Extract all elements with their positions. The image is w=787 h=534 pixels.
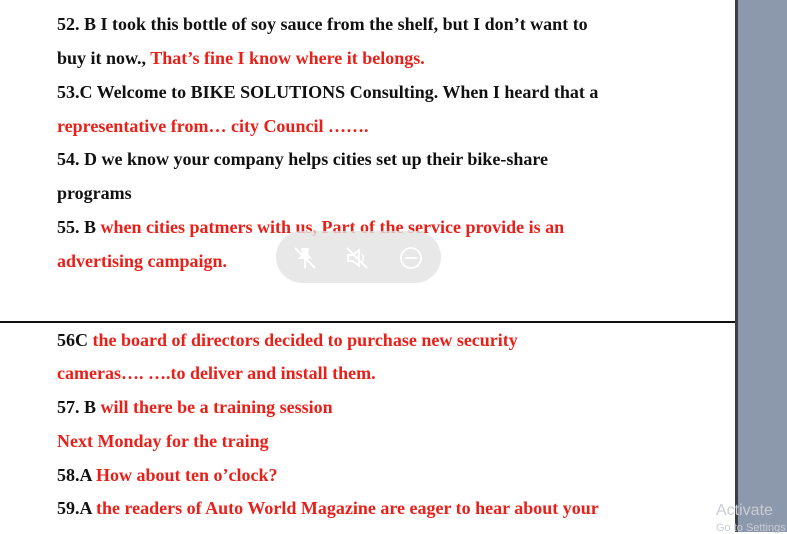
minimize-icon[interactable] [398, 245, 424, 271]
answer-line: 58.A How about ten o’clock? [57, 464, 278, 486]
activation-watermark: Activate [716, 502, 773, 519]
answer-line: cameras…. ….to deliver and install them. [57, 362, 376, 384]
answer-line: 57. B will there be a training session [57, 396, 333, 418]
answer-text: That’s fine I know where it belongs. [150, 48, 425, 68]
answer-text: 57. B [57, 397, 101, 417]
answer-line: representative from… city Council ……. [57, 115, 368, 137]
answer-text: advertising campaign. [57, 251, 228, 271]
answer-text: Next Monday for the traing [57, 431, 269, 451]
answer-text: 59.A [57, 498, 97, 518]
answer-text: the readers of Auto World Magazine are e… [96, 498, 599, 518]
answer-text: representative from… city Council ……. [57, 116, 369, 136]
answer-text: 52. B I took this bottle of soy sauce fr… [57, 14, 588, 34]
answer-line: 52. B I took this bottle of soy sauce fr… [57, 13, 588, 35]
activation-watermark-sub: Go to Settings [716, 522, 786, 534]
answer-text: 55. B [57, 217, 101, 237]
answer-text: buy it now., [57, 48, 151, 68]
answer-text: cameras…. ….to deliver and install them. [57, 363, 376, 383]
answer-line: advertising campaign. [57, 250, 227, 272]
answer-text: programs [57, 183, 132, 203]
unpin-icon[interactable] [292, 245, 318, 271]
answer-line: programs [57, 182, 132, 204]
side-panel [738, 0, 787, 532]
answer-text: 53.C Welcome to BIKE SOLUTIONS Consultin… [57, 82, 599, 102]
answer-line: 53.C Welcome to BIKE SOLUTIONS Consultin… [57, 81, 598, 103]
mute-icon[interactable] [344, 245, 370, 271]
media-controls-overlay[interactable] [276, 231, 441, 283]
answer-line: buy it now., That’s fine I know where it… [57, 47, 425, 69]
answer-text: the board of directors decided to purcha… [92, 330, 518, 350]
answer-text: 54. D we know your company helps cities … [57, 149, 549, 169]
answer-line: 59.A the readers of Auto World Magazine … [57, 497, 599, 519]
answer-text: 58.A [57, 465, 97, 485]
answer-text: 56C [57, 330, 93, 350]
answer-line: 54. D we know your company helps cities … [57, 148, 548, 170]
answer-text: will there be a training session [100, 397, 333, 417]
answer-text: How about ten o’clock? [96, 465, 278, 485]
answer-line: 56C the board of directors decided to pu… [57, 329, 518, 351]
answer-line: Next Monday for the traing [57, 430, 269, 452]
page-divider [0, 321, 735, 323]
